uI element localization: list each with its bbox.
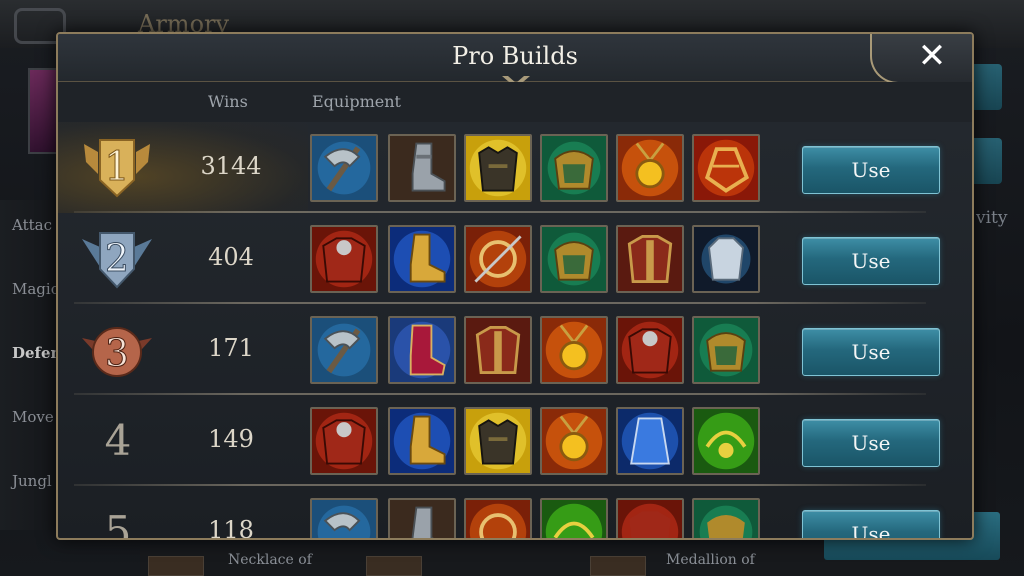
armor-gold-icon[interactable] (464, 134, 532, 202)
armor-red-icon[interactable] (310, 225, 378, 293)
close-tab[interactable]: ✕ (870, 34, 972, 84)
necklace-icon (148, 556, 204, 576)
armor-gold-icon[interactable] (464, 407, 532, 475)
axe-icon[interactable] (310, 134, 378, 202)
armor-red-icon[interactable] (616, 498, 684, 538)
use-build-button[interactable]: Use (802, 510, 940, 538)
armor-red-icon[interactable] (310, 407, 378, 475)
sidebar-item-movement[interactable]: Move (12, 408, 54, 426)
use-build-button[interactable]: Use (802, 419, 940, 467)
boots-red-icon[interactable] (388, 316, 456, 384)
wins-value: 3144 (200, 152, 262, 180)
close-icon[interactable]: ✕ (914, 38, 950, 74)
charm-green-icon[interactable] (540, 498, 608, 538)
boots-silver-icon[interactable] (388, 498, 456, 538)
sidebar-item-jungle[interactable]: Jungl (12, 472, 52, 490)
axe-icon[interactable] (310, 316, 378, 384)
build-row-1: 1 3144 Use (58, 122, 972, 213)
rank-1-badge-icon: 1 (84, 139, 150, 198)
equipment-column-header: Equipment (312, 92, 401, 111)
sidebar-item-defense[interactable]: Defen (12, 344, 61, 362)
use-build-button[interactable]: Use (802, 328, 940, 376)
chest-green-icon[interactable] (692, 498, 760, 538)
armor-red2-icon[interactable] (464, 316, 532, 384)
bow-orange-icon[interactable] (464, 225, 532, 293)
rank-4-number: 4 (104, 416, 132, 465)
boots-blue-icon[interactable] (388, 225, 456, 293)
use-build-button[interactable]: Use (802, 146, 940, 194)
bg-right-text: vity (976, 208, 1008, 228)
armor-red2-icon[interactable] (616, 225, 684, 293)
medallion-icon (590, 556, 646, 576)
wins-value: 171 (208, 334, 254, 362)
wins-value: 149 (208, 425, 254, 453)
amulet-orange-icon[interactable] (540, 316, 608, 384)
bow-orange-icon[interactable] (464, 498, 532, 538)
chest-green-icon[interactable] (540, 225, 608, 293)
cloak-blue-icon[interactable] (616, 407, 684, 475)
amulet-orange-icon[interactable] (540, 407, 608, 475)
build-row-3: 3 171 Use (58, 304, 972, 395)
use-build-button[interactable]: Use (802, 237, 940, 285)
wins-column-header: Wins (208, 92, 248, 111)
rank-2-number: 2 (105, 236, 129, 280)
rank-2-badge-icon: 2 (82, 232, 152, 289)
charm-green-icon[interactable] (692, 407, 760, 475)
helm-gold-icon[interactable] (692, 134, 760, 202)
wins-value: 118 (208, 516, 254, 540)
rank-3-number: 3 (105, 331, 129, 375)
armor-silver-icon[interactable] (692, 225, 760, 293)
wins-value: 404 (208, 243, 254, 271)
chest-green-icon[interactable] (540, 134, 608, 202)
builds-list: 1 3144 Use 2 404 Use 3 171 Use 4 149 Use… (58, 122, 972, 540)
bg-item-necklace[interactable]: Necklace of (228, 552, 312, 568)
build-row-5: 5 118 Use (58, 486, 972, 540)
build-row-2: 2 404 Use (58, 213, 972, 304)
amulet-orange-icon[interactable] (616, 134, 684, 202)
column-header-row (58, 82, 972, 122)
modal-title: Pro Builds (452, 42, 578, 70)
sidebar-item-magic[interactable]: Magic (12, 280, 59, 298)
sidebar-item-attack[interactable]: Attac (12, 216, 52, 234)
bg-item-icon (366, 556, 422, 576)
build-row-4: 4 149 Use (58, 395, 972, 486)
pro-builds-modal: Pro Builds ✕ Wins Equipment 1 3144 Use 2… (56, 32, 974, 540)
axe-icon[interactable] (310, 498, 378, 538)
rank-3-badge-icon: 3 (82, 327, 152, 377)
bg-item-medallion[interactable]: Medallion of (666, 552, 755, 568)
armor-red-icon[interactable] (616, 316, 684, 384)
boots-silver-icon[interactable] (388, 134, 456, 202)
boots-blue-icon[interactable] (388, 407, 456, 475)
chest-green-icon[interactable] (692, 316, 760, 384)
rank-1-number: 1 (104, 144, 129, 190)
rank-5-number: 5 (104, 507, 132, 540)
